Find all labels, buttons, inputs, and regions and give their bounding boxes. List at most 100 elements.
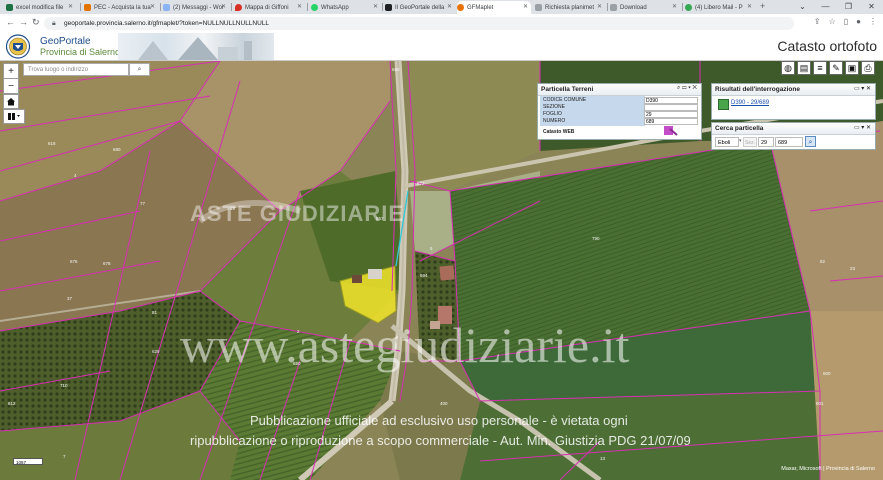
browser-tab[interactable]: Il GeoPortale della ✕ <box>385 1 455 14</box>
parcel-label: 678 <box>103 261 111 266</box>
brand-title: GeoPortale <box>40 36 91 47</box>
home-icon[interactable] <box>3 94 19 109</box>
parcel-label: 629 <box>152 349 160 354</box>
search-icon[interactable]: ⌕ <box>129 63 150 76</box>
map-attribution: Maxar, Microsoft | Provincia di Salerno <box>781 466 875 472</box>
parcel-label: 600 <box>823 371 831 376</box>
browser-tab[interactable]: WhatsApp ✕ <box>311 1 381 14</box>
tab-label: WhatsApp <box>321 4 349 11</box>
parcel-label: 7 <box>63 454 66 459</box>
zoom-out-button[interactable]: − <box>3 78 19 94</box>
profile-icon[interactable]: ● <box>856 17 861 26</box>
foglio-value: 29 <box>644 111 698 118</box>
map-book-icon[interactable]: ▤ <box>797 61 811 75</box>
document-icon <box>535 4 542 11</box>
parcel-label: 650 <box>293 361 301 366</box>
parcel-label: 81 <box>152 310 158 315</box>
tab-strip: excel modifica file ✕ PEC - Acquista la t… <box>0 0 883 14</box>
new-tab-button[interactable]: + <box>760 1 765 11</box>
reload-icon[interactable]: ↻ <box>32 17 40 28</box>
close-tab-icon[interactable]: ✕ <box>747 3 752 10</box>
tab-label: Download <box>620 4 647 11</box>
globe-icon[interactable]: ◍ <box>781 61 795 75</box>
close-tab-icon[interactable]: ✕ <box>672 3 677 10</box>
map-pin-icon <box>235 4 242 11</box>
close-window-button[interactable]: ✕ <box>860 0 883 14</box>
close-tab-icon[interactable]: ✕ <box>373 3 378 10</box>
particella-panel-title: Particella Terreni ⌕ ▭ ▾ ✕ <box>538 84 701 96</box>
particella-panel: Particella Terreni ⌕ ▭ ▾ ✕ CODICE COMUNE… <box>537 83 702 140</box>
whatsapp-icon <box>311 4 318 11</box>
share-icon[interactable]: ⇪ <box>814 17 821 26</box>
layers-dropdown-button[interactable] <box>3 109 25 124</box>
browser-tab[interactable]: PEC - Acquista la tua ✕ <box>84 1 158 14</box>
tab-label: PEC - Acquista la tua <box>94 4 151 11</box>
sidebar-icon[interactable]: ▯ <box>844 17 848 26</box>
panel-controls-icon[interactable]: ⌕ ▭ ▾ ✕ <box>677 85 697 92</box>
maximize-button[interactable]: ❐ <box>837 0 860 14</box>
tab-label: (4) Libero Mail - P <box>695 4 743 11</box>
sezione-select[interactable]: Sez. <box>743 137 757 147</box>
address-bar[interactable]: 🔒︎ geoportale.provincia.salerno.it/gfmap… <box>44 17 794 30</box>
results-panel-title: Risultati dell'interrogazione ▭ ▾ ✕ <box>712 84 875 96</box>
page-header: GeoPortale Provincia di Salerno Catasto … <box>0 33 883 61</box>
zoom-in-button[interactable]: + <box>3 63 19 79</box>
brand-subtitle: Provincia di Salerno <box>40 47 121 57</box>
map-canvas[interactable]: 689 680 4 672 790 657 616 675 678 37 81 … <box>0 61 883 480</box>
foglio-input[interactable]: 29 <box>758 137 774 147</box>
browser-tab[interactable]: Download ✕ <box>610 1 680 14</box>
parcel-label: 616 <box>48 141 56 146</box>
bookmark-star-icon[interactable]: ☆ <box>829 17 836 26</box>
close-tab-icon[interactable]: ✕ <box>221 3 226 10</box>
panel-controls-icon[interactable]: ▭ ▾ ✕ <box>854 85 871 92</box>
search-parcel-icon[interactable]: ⌕ <box>805 136 816 147</box>
close-tab-icon[interactable]: ✕ <box>68 3 73 10</box>
list-icon[interactable]: ≡ <box>813 61 827 75</box>
tab-label: excel modifica file <box>16 4 64 11</box>
result-link[interactable]: D390 - 29/689 <box>731 100 769 106</box>
close-tab-icon[interactable]: ✕ <box>597 3 602 10</box>
url-text: geoportale.provincia.salerno.it/gfmaplet… <box>64 20 270 27</box>
field-label: SEZIONE <box>543 104 565 110</box>
numero-input[interactable]: 689 <box>775 137 803 147</box>
tab-search-icon[interactable]: ⌄ <box>791 0 814 14</box>
gfmaplet-icon <box>457 4 464 11</box>
tab-label: (2) Messaggi - Wor <box>173 4 224 11</box>
close-tab-icon[interactable]: ✕ <box>447 3 452 10</box>
parcel-label: 77 <box>140 201 146 206</box>
back-icon[interactable]: ← <box>6 17 15 27</box>
image-export-icon[interactable]: ▣ <box>845 61 859 75</box>
forward-icon[interactable]: → <box>19 17 28 27</box>
browser-tab-active[interactable]: GFMaplet ✕ <box>457 1 531 14</box>
close-tab-icon[interactable]: ✕ <box>523 3 528 10</box>
catasto-web-label: Catasto WEB <box>543 129 575 135</box>
parcel-label: 680 <box>113 147 121 152</box>
panel-controls-icon[interactable]: ▭ ▾ ✕ <box>854 124 871 131</box>
parcel-label: 694 <box>420 273 428 278</box>
browser-tab[interactable]: (4) Libero Mail - P ✕ <box>685 1 755 14</box>
comune-dropdown-icon[interactable]: ▾ <box>739 138 742 144</box>
tab-label: GFMaplet <box>467 4 494 11</box>
menu-icon[interactable]: ⋮ <box>869 17 877 26</box>
browser-tab[interactable]: Mappa di Giffoni ✕ <box>235 1 305 14</box>
close-tab-icon[interactable]: ✕ <box>150 3 155 10</box>
browser-tab[interactable]: (2) Messaggi - Wor ✕ <box>163 1 229 14</box>
print-icon[interactable]: ⎙ <box>861 61 875 75</box>
parcel-result-icon <box>718 99 729 110</box>
header-banner-image <box>118 33 274 60</box>
browser-tab[interactable]: Richiesta planimet ✕ <box>535 1 605 14</box>
browser-tab[interactable]: excel modifica file ✕ <box>6 1 76 14</box>
field-label: FOGLIO <box>543 111 562 117</box>
browser-toolbar: ← → ↻ 🔒︎ geoportale.provincia.salerno.it… <box>0 14 883 34</box>
field-label: NUMERO <box>543 118 566 124</box>
location-search-input[interactable]: Trova luogo o indirizzo <box>23 63 129 76</box>
parcel-label: 675 <box>70 259 78 264</box>
close-tab-icon[interactable]: ✕ <box>297 3 302 10</box>
minimize-button[interactable]: — <box>814 0 837 14</box>
parcel-label: 672 <box>417 181 425 186</box>
comune-select[interactable]: Eboli <box>715 137 739 147</box>
measure-pencil-icon[interactable]: ✎ <box>829 61 843 75</box>
catasto-web-icon[interactable] <box>664 124 678 137</box>
libero-mail-icon <box>685 4 692 11</box>
codice-comune-value: D390 <box>644 97 698 104</box>
